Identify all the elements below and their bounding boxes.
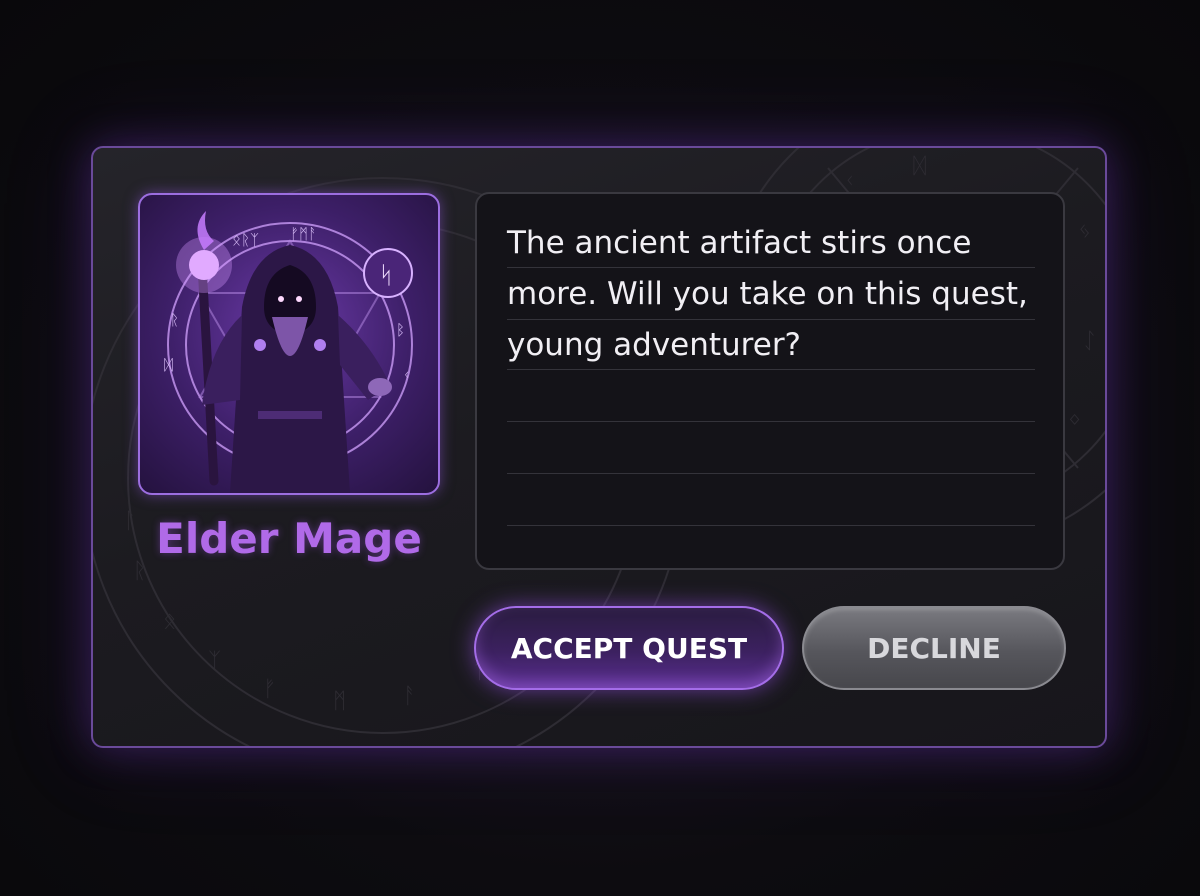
dialogue-box: The ancient artifact stirs once more. Wi… (475, 192, 1065, 570)
svg-text:ᛟᚱᛉ: ᛟᚱᛉ (232, 231, 259, 249)
ruled-line (507, 525, 1035, 526)
game-screen: ᚱ ᛟ ᛉ ᚠ ᛗ ᚨ ᛏ ᛒ ᛚ ᚲ ᛞ ᛃ ᛇ ᛜ (0, 0, 1200, 896)
svg-text:ᚲ: ᚲ (843, 169, 856, 194)
hooded-mage-portrait-icon: ᛋ ᛟᚱᛉ ᚠᛗᚨ ᚱ ᛞ ᛒ ᚲ (164, 211, 413, 493)
ruled-line (507, 473, 1035, 474)
decline-button[interactable]: DECLINE (802, 606, 1066, 690)
ruled-line (507, 421, 1035, 422)
npc-portrait: ᛋ ᛟᚱᛉ ᚠᛗᚨ ᚱ ᛞ ᛒ ᚲ (138, 193, 440, 495)
svg-text:ᛉ: ᛉ (208, 649, 221, 674)
svg-text:ᛜ: ᛜ (1068, 409, 1081, 434)
accept-quest-button[interactable]: ACCEPT QUEST (474, 606, 784, 690)
svg-text:ᛋ: ᛋ (379, 261, 393, 289)
quest-dialog: ᚱ ᛟ ᛉ ᚠ ᛗ ᚨ ᛏ ᛒ ᛚ ᚲ ᛞ ᛃ ᛇ ᛜ (91, 146, 1107, 748)
svg-text:ᛚ: ᛚ (123, 509, 136, 534)
svg-text:ᚨ: ᚨ (403, 684, 416, 709)
svg-text:ᚠᛗᚨ: ᚠᛗᚨ (290, 225, 317, 243)
svg-text:ᛃ: ᛃ (1078, 219, 1091, 244)
svg-text:ᛞ: ᛞ (164, 356, 173, 374)
svg-text:ᛟ: ᛟ (163, 609, 176, 634)
svg-text:ᚱ: ᚱ (170, 311, 179, 329)
accept-quest-label: ACCEPT QUEST (510, 631, 748, 665)
svg-text:ᛞ: ᛞ (913, 154, 926, 179)
svg-text:ᛇ: ᛇ (1083, 329, 1096, 354)
svg-text:ᛒ: ᛒ (396, 321, 405, 339)
decline-label: DECLINE (867, 631, 1001, 665)
npc-name: Elder Mage (156, 514, 422, 563)
svg-text:ᛗ: ᛗ (333, 689, 346, 714)
svg-text:ᚲ: ᚲ (402, 366, 411, 384)
dialogue-text: The ancient artifact stirs once more. Wi… (507, 225, 1028, 363)
svg-text:ᚠ: ᚠ (263, 677, 276, 702)
